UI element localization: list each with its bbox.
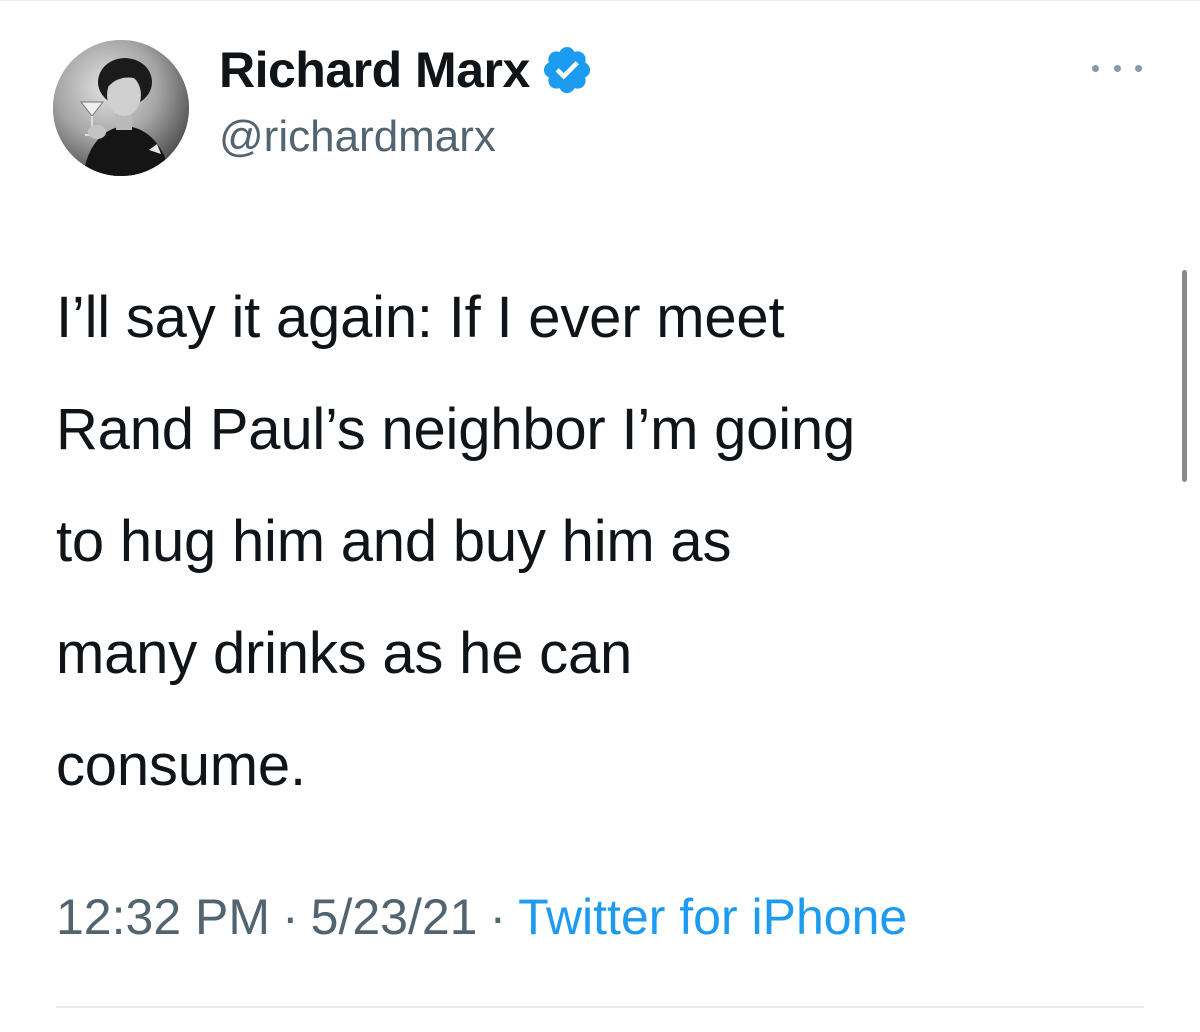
tweet-source-link[interactable]: Twitter for iPhone	[518, 888, 907, 946]
scrollbar-thumb[interactable]	[1182, 270, 1187, 482]
meta-separator: ·	[282, 889, 299, 945]
top-divider	[0, 0, 1200, 1]
verified-badge-icon	[540, 43, 594, 97]
display-name[interactable]: Richard Marx	[219, 41, 530, 99]
tweet-time[interactable]: 12:32 PM	[56, 888, 270, 946]
user-handle[interactable]: @richardmarx	[219, 112, 496, 162]
avatar-photo	[53, 40, 189, 176]
more-dot	[1092, 64, 1099, 72]
author-name-row: Richard Marx	[219, 38, 594, 102]
meta-separator: ·	[489, 889, 507, 945]
tweet-card: Richard Marx @richardmarx I’ll say it ag…	[0, 0, 1200, 1032]
avatar[interactable]	[53, 40, 189, 176]
more-dot	[1135, 64, 1142, 72]
more-dot	[1113, 64, 1121, 72]
more-options-icon[interactable]	[1092, 56, 1142, 80]
tweet-meta: 12:32 PM · 5/23/21 · Twitter for iPhone	[56, 888, 907, 946]
bottom-divider	[56, 1006, 1144, 1008]
tweet-date[interactable]: 5/23/21	[311, 888, 478, 946]
tweet-text: I’ll say it again: If I ever meet Rand P…	[56, 285, 856, 798]
